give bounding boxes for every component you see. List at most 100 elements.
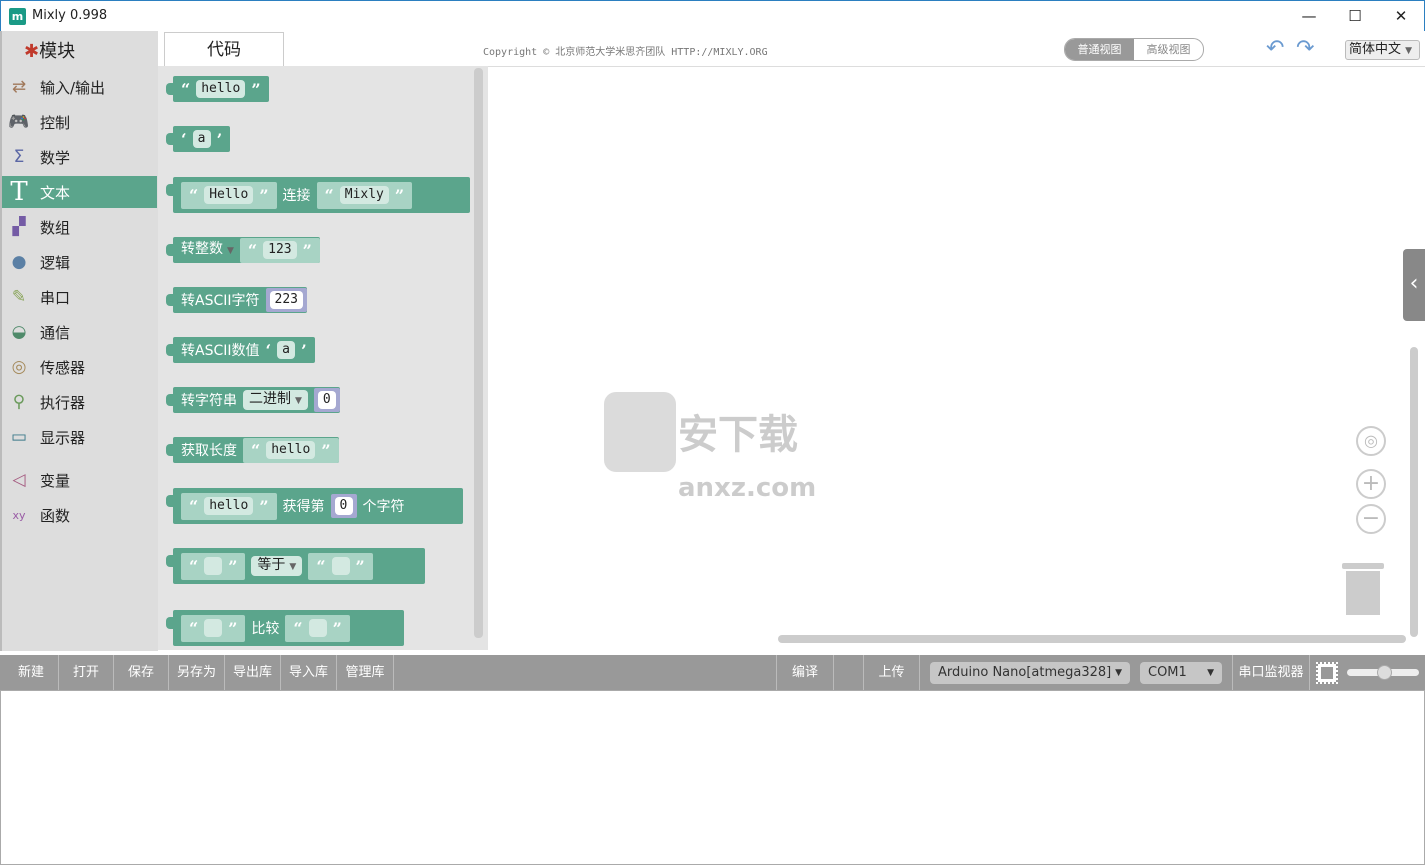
compare-dropdown[interactable]: 等于 ▼ <box>251 556 303 576</box>
sidebar-item-label: 串口 <box>40 288 71 307</box>
import-library-button[interactable]: 导入库 <box>281 655 337 690</box>
advanced-view-button[interactable]: 高级视图 <box>1134 39 1203 60</box>
to-ascii-char-block[interactable]: 转ASCII字符 223 <box>166 287 307 313</box>
puzzle-icon: ✱ <box>24 41 40 62</box>
text-compare-block[interactable]: “” 比较 “” <box>166 610 404 646</box>
text-join-block[interactable]: “Hello” 连接 “Mixly” <box>166 177 470 213</box>
save-as-button[interactable]: 另存为 <box>169 655 225 690</box>
text-field[interactable] <box>308 619 327 637</box>
flyout-scrollbar[interactable] <box>474 68 483 638</box>
block-label: 比较 <box>251 621 280 637</box>
text-field[interactable] <box>204 557 223 575</box>
upload-button[interactable]: 上传 <box>864 655 920 690</box>
sidebar-item-10[interactable]: ▭ 显示器 <box>2 421 157 453</box>
sidebar-item-7[interactable]: ◒ 通信 <box>2 316 157 348</box>
export-library-button[interactable]: 导出库 <box>225 655 281 690</box>
sidebar-item-5[interactable]: ● 逻辑 <box>2 246 157 278</box>
sidebar-item-8[interactable]: ◎ 传感器 <box>2 351 157 383</box>
text-field[interactable]: hello <box>204 497 254 515</box>
sidebar-item-1[interactable]: 🎮 控制 <box>2 106 157 138</box>
port-value: COM1 <box>1148 665 1187 680</box>
undo-icon[interactable]: ↶ <box>1266 36 1284 61</box>
text-string-block[interactable]: “hello” <box>166 76 269 102</box>
maximize-button[interactable]: ☐ <box>1332 1 1378 32</box>
variable-icon: ◁ <box>12 470 26 490</box>
number-field[interactable]: 223 <box>269 291 303 309</box>
char-field[interactable]: a <box>192 130 211 148</box>
char-block[interactable]: ‘a’ <box>165 126 231 152</box>
minimize-button[interactable]: — <box>1286 1 1332 32</box>
join-label: 连接 <box>282 188 311 204</box>
vertical-scrollbar[interactable] <box>1410 347 1418 637</box>
sidebar-item-label: 通信 <box>40 323 71 342</box>
to-ascii-value-block[interactable]: 转ASCII数值 ‘a’ <box>166 337 315 363</box>
monitor-icon: ▭ <box>10 427 28 447</box>
normal-view-button[interactable]: 普通视图 <box>1065 39 1134 60</box>
redo-icon[interactable]: ↷ <box>1296 36 1314 61</box>
sidebar-item-4[interactable]: ▞ 数组 <box>2 211 157 243</box>
zoom-in-icon[interactable]: + <box>1356 469 1386 499</box>
slider-handle[interactable] <box>1377 665 1392 680</box>
watermark-text: 安下载 anxz.com <box>678 412 817 503</box>
text-equals-block[interactable]: “” 等于 ▼ “” <box>166 548 425 584</box>
collapse-panel-handle[interactable]: ‹ <box>1403 249 1425 321</box>
compile-button[interactable]: 编译 <box>776 655 834 690</box>
watermark-logo <box>604 392 676 472</box>
language-select[interactable]: 简体中文 ▼ <box>1345 40 1420 60</box>
to-int-block[interactable]: 转整数 ▼ “123” <box>166 237 320 263</box>
char-at-block[interactable]: “hello” 获得第 0 个字符 <box>166 488 463 524</box>
number-field[interactable]: 0 <box>317 391 336 409</box>
trash-icon[interactable] <box>1342 563 1384 615</box>
open-button[interactable]: 打开 <box>59 655 114 690</box>
close-button[interactable]: ✕ <box>1378 1 1424 32</box>
workspace-canvas[interactable]: ‹ 安下载 anxz.com ◎ + − <box>488 66 1425 651</box>
sidebar-item-0[interactable]: ⇄ 输入/输出 <box>2 71 157 103</box>
zoom-out-icon[interactable]: − <box>1356 504 1386 534</box>
text-field[interactable]: hello <box>266 441 316 459</box>
arrows-icon: ⇄ <box>11 77 27 97</box>
sidebar-item-label: 显示器 <box>40 428 86 447</box>
port-select[interactable]: COM1 ▼ <box>1140 662 1222 684</box>
chevron-down-icon: ▼ <box>1207 668 1214 678</box>
modules-header: ✱模块 <box>24 37 75 63</box>
number-field[interactable]: 0 <box>334 497 353 515</box>
tab-code[interactable]: 代码 <box>164 32 284 66</box>
text-field[interactable] <box>331 557 350 575</box>
new-button[interactable]: 新建 <box>4 655 59 690</box>
sidebar-item-label: 数学 <box>40 148 71 167</box>
bottom-toolbar: 新建 打开 保存 另存为 导出库 导入库 管理库 编译 上传 Arduino N… <box>0 655 1425 690</box>
sidebar-item-9[interactable]: ⚲ 执行器 <box>2 386 157 418</box>
output-console[interactable] <box>0 690 1425 865</box>
text-t-icon: T <box>10 177 28 207</box>
view-toggle[interactable]: 普通视图 高级视图 <box>1064 38 1204 61</box>
sidebar-item-3[interactable]: T 文本 <box>2 176 157 208</box>
text-field[interactable]: hello <box>196 80 246 98</box>
text-field[interactable]: Mixly <box>339 186 389 204</box>
base-dropdown[interactable]: 二进制 ▼ <box>243 390 308 410</box>
text-field[interactable]: Hello <box>204 186 254 204</box>
convert-dropdown[interactable]: 转整数 ▼ <box>181 240 234 260</box>
function-xy-icon: xy <box>12 508 26 522</box>
grid-icon: ▞ <box>12 217 26 237</box>
sensor-icon: ◎ <box>11 357 27 377</box>
board-select[interactable]: Arduino Nano[atmega328] ▼ <box>930 662 1130 684</box>
save-button[interactable]: 保存 <box>114 655 169 690</box>
text-field[interactable]: 123 <box>263 241 297 259</box>
text-length-block[interactable]: 获取长度 “hello” <box>166 437 339 463</box>
sidebar-item-12[interactable]: xy 函数 <box>2 499 157 531</box>
recenter-icon[interactable]: ◎ <box>1356 426 1386 456</box>
sidebar-item-6[interactable]: ✎ 串口 <box>2 281 157 313</box>
to-string-block[interactable]: 转字符串 二进制 ▼ 0 <box>166 387 340 413</box>
manage-library-button[interactable]: 管理库 <box>337 655 394 690</box>
copyright-text: Copyright © 北京师范大学米思齐团队 HTTP://MIXLY.ORG <box>483 47 768 58</box>
horizontal-scrollbar[interactable] <box>778 635 1406 643</box>
sidebar-item-label: 变量 <box>40 471 71 490</box>
chevron-down-icon: ▼ <box>1115 668 1122 678</box>
char-field[interactable]: a <box>277 341 296 359</box>
text-field[interactable] <box>204 619 223 637</box>
size-slider[interactable] <box>1347 665 1419 680</box>
sidebar-item-11[interactable]: ◁ 变量 <box>2 464 157 496</box>
chip-icon <box>1316 662 1338 684</box>
sidebar-item-2[interactable]: Σ 数学 <box>2 141 157 173</box>
serial-monitor-button[interactable]: 串口监视器 <box>1232 655 1310 690</box>
